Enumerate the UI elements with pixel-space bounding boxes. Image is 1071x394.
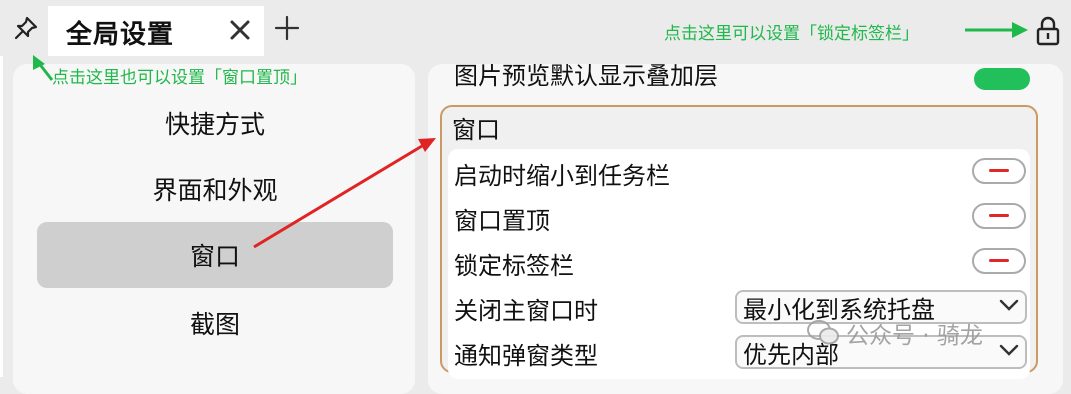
close-icon	[230, 20, 250, 40]
sidebar-item-label: 快捷方式	[164, 110, 265, 139]
overlay-preview-label: 图片预览默认显示叠加层	[454, 64, 718, 90]
lock-icon	[1036, 16, 1060, 46]
chevron-down-icon	[999, 344, 1019, 356]
lock-hint-text: 点击这里可以设置「锁定标签栏」	[664, 24, 919, 44]
section-title: 窗口	[452, 116, 500, 144]
pin-button[interactable]	[8, 10, 44, 46]
new-tab-button[interactable]	[272, 13, 302, 43]
sidebar-item-label: 窗口	[189, 242, 240, 271]
always-on-top-toggle[interactable]	[972, 203, 1026, 229]
pin-hint-text: 点击这里也可以设置「窗口置顶」	[52, 68, 307, 88]
tab-close-button[interactable]	[226, 16, 254, 44]
start-minimized-toggle[interactable]	[972, 158, 1026, 184]
sidebar-item-shortcuts[interactable]: 快捷方式	[37, 90, 393, 156]
sidebar-item-screenshot[interactable]: 截图	[37, 290, 393, 356]
lock-tabbar-button[interactable]	[1032, 14, 1064, 48]
overlay-preview-toggle[interactable]	[974, 68, 1030, 90]
watermark: 公众号 · 骑龙	[806, 316, 983, 350]
pin-icon	[14, 16, 38, 40]
settings-sidebar: 快捷方式 界面和外观 窗口 截图	[13, 64, 415, 394]
sidebar-item-window[interactable]: 窗口	[37, 222, 393, 288]
row-label-lock-tabbar: 锁定标签栏	[454, 252, 574, 280]
wechat-icon	[807, 320, 839, 345]
chevron-down-icon	[999, 299, 1019, 311]
sidebar-item-label: 截图	[189, 310, 240, 339]
row-label-start-minimized: 启动时缩小到任务栏	[454, 162, 670, 190]
window-edge	[0, 56, 3, 377]
row-label-always-on-top: 窗口置顶	[454, 207, 550, 235]
tab-bar: 全局设置 点击这里可以设置「锁定标签栏」	[0, 0, 1071, 56]
lock-tabbar-toggle[interactable]	[972, 248, 1026, 274]
watermark-text: 公众号 · 骑龙	[846, 323, 983, 349]
row-label-notification-type: 通知弹窗类型	[454, 342, 598, 370]
tab-global-settings[interactable]: 全局设置	[48, 6, 264, 56]
tab-title: 全局设置	[66, 20, 175, 50]
plus-icon	[274, 15, 300, 41]
sidebar-item-label: 界面和外观	[152, 176, 278, 205]
row-label-close-behavior: 关闭主窗口时	[454, 297, 598, 325]
sidebar-item-appearance[interactable]: 界面和外观	[37, 156, 393, 222]
